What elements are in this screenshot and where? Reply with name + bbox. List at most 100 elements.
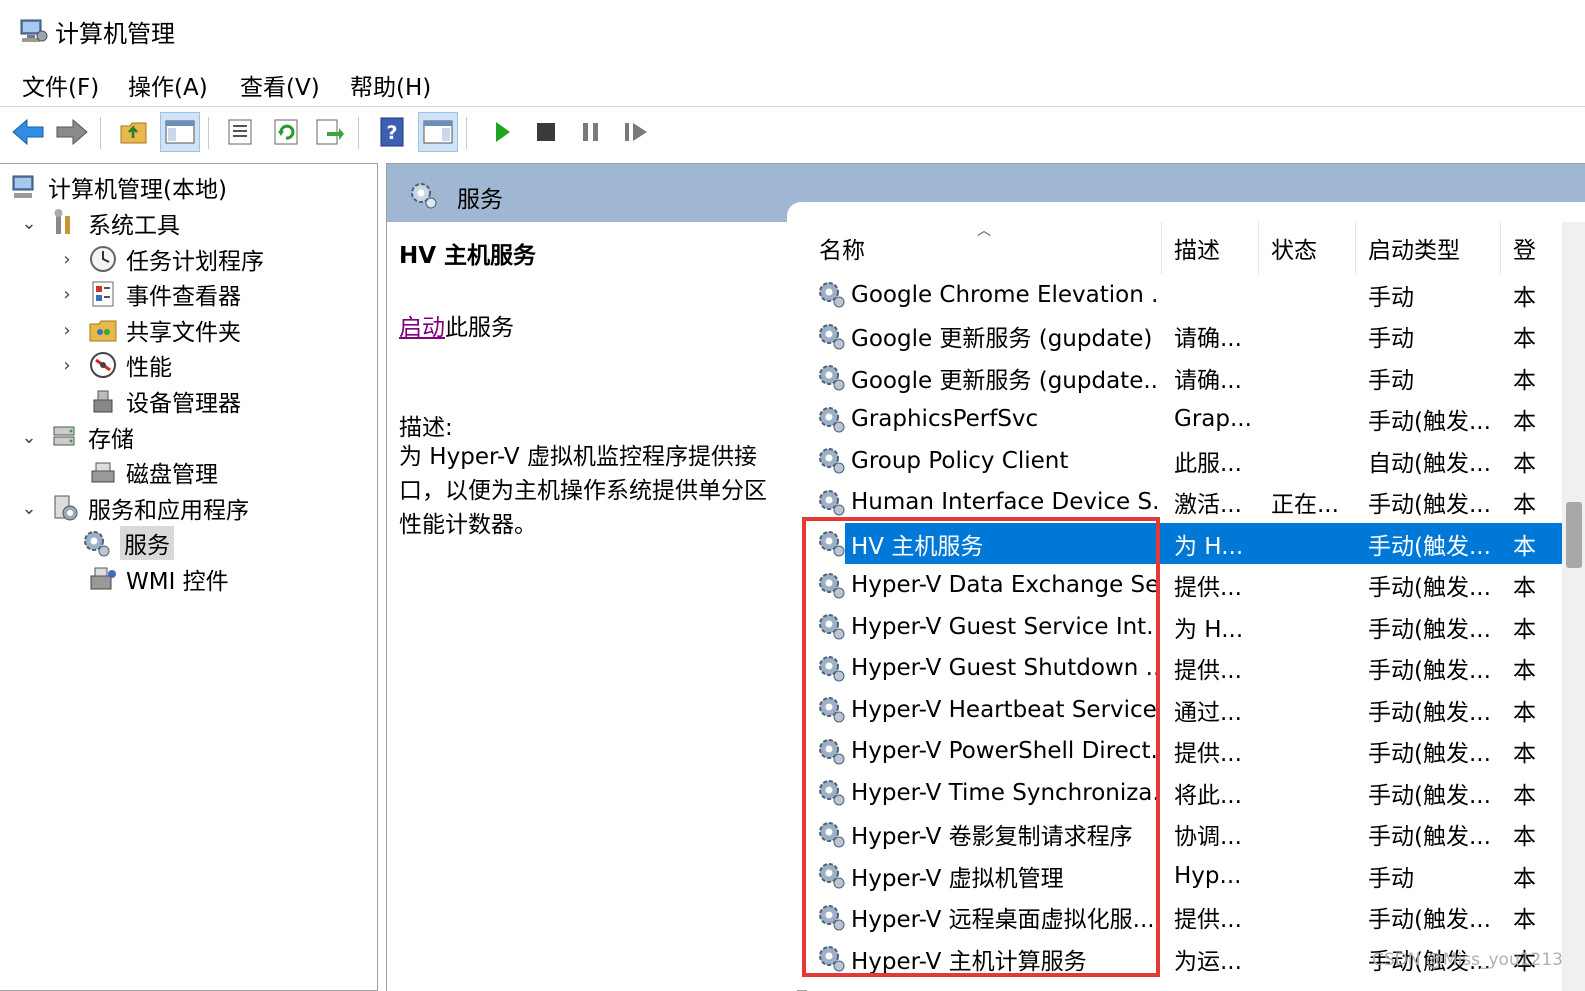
- cell-name: Hyper-V 远程桌面虚拟化服...: [851, 907, 1155, 933]
- cell-startup-type: 自动(触发...: [1368, 450, 1491, 477]
- menu-view[interactable]: 查看(V): [240, 68, 320, 102]
- tree-item-storage[interactable]: ⌄ 存储: [18, 419, 134, 455]
- vertical-scrollbar[interactable]: [1562, 222, 1585, 991]
- help-icon[interactable]: ?: [372, 112, 412, 152]
- column-header-status[interactable]: 状态: [1259, 222, 1356, 274]
- table-row[interactable]: Hyper-V Data Exchange Se... 提供... 手动(触发...…: [807, 565, 1562, 606]
- chevron-right-icon[interactable]: ›: [56, 320, 78, 341]
- table-row[interactable]: Google 更新服务 (gupdate) 请确... 手动 本: [807, 316, 1562, 357]
- show-hide-tree-icon[interactable]: [160, 112, 200, 152]
- export-icon[interactable]: [310, 112, 350, 152]
- service-gear-icon: [817, 362, 847, 392]
- cell-status: [1271, 606, 1356, 647]
- table-row[interactable]: Hyper-V 远程桌面虚拟化服... 提供... 手动(触发... 本: [807, 897, 1562, 938]
- cell-logon: 本: [1513, 450, 1536, 477]
- table-row[interactable]: Hyper-V Time Synchroniza... 将此... 手动(触发...…: [807, 772, 1562, 813]
- cell-logon: 本: [1513, 492, 1536, 518]
- table-row[interactable]: Hyper-V 虚拟机管理 Hyp... 手动 本: [807, 855, 1562, 896]
- chevron-right-icon[interactable]: ›: [56, 249, 78, 270]
- column-header-description[interactable]: 描述: [1162, 222, 1259, 274]
- column-header-logon[interactable]: 登: [1501, 222, 1562, 274]
- cell-status: [1271, 565, 1356, 606]
- shared-folder-icon: [89, 320, 117, 342]
- table-row[interactable]: Hyper-V PowerShell Direct... 提供... 手动(触发..…: [807, 731, 1562, 772]
- tree-item-shared-folders[interactable]: › 共享文件夹: [56, 312, 241, 348]
- cell-description: 协调...: [1174, 824, 1242, 850]
- cell-startup-type: 手动: [1368, 367, 1414, 394]
- menu-help[interactable]: 帮助(H): [350, 68, 431, 102]
- cell-status: [1271, 523, 1356, 564]
- column-header-startup-type[interactable]: 启动类型: [1356, 222, 1501, 274]
- tree-item-services[interactable]: 服务: [82, 525, 174, 561]
- cell-startup-type: 手动(触发...: [1368, 492, 1491, 518]
- services-list: ︿ 名称 描述 状态 启动类型 登 Google Chrome Elevatio…: [807, 222, 1562, 991]
- description-label: 描述:: [399, 415, 453, 441]
- table-row[interactable]: Hyper-V Guest Service Int... 为 H... 手动(触发.…: [807, 606, 1562, 647]
- cell-startup-type: 手动(触发...: [1368, 782, 1491, 809]
- table-row[interactable]: Hyper-V Heartbeat Service 通过... 手动(触发... 本: [807, 689, 1562, 730]
- results-pane: 服务 HV 主机服务 启动此服务 描述: 为 Hyper-V 虚拟机监控程序提供…: [386, 163, 1585, 991]
- chevron-down-icon[interactable]: ⌄: [18, 213, 40, 234]
- service-gear-icon: [817, 653, 847, 683]
- cell-name: Google 更新服务 (gupdate...: [851, 367, 1159, 394]
- cell-description: 通过...: [1174, 699, 1242, 726]
- table-row[interactable]: Hyper-V Guest Shutdown ... 提供... 手动(触发... 本: [807, 648, 1562, 689]
- menu-action[interactable]: 操作(A): [128, 68, 208, 102]
- up-folder-icon[interactable]: [114, 112, 154, 152]
- tools-icon: [54, 209, 70, 234]
- pause-service-icon[interactable]: [571, 112, 611, 152]
- tree-item-disk-management[interactable]: 磁盘管理: [88, 454, 218, 490]
- description-panel: HV 主机服务 启动此服务 描述: 为 Hyper-V 虚拟机监控程序提供接口，…: [387, 222, 797, 991]
- cell-name: Hyper-V PowerShell Direct...: [851, 738, 1159, 764]
- refresh-icon[interactable]: [266, 112, 306, 152]
- cell-description: 提供...: [1174, 658, 1242, 684]
- cell-logon: 本: [1513, 782, 1536, 809]
- tree-label: 任务计划程序: [126, 249, 264, 275]
- show-action-pane-icon[interactable]: [418, 112, 458, 152]
- cell-name: Hyper-V 主机计算服务: [851, 948, 1087, 975]
- back-icon[interactable]: [8, 112, 48, 152]
- chevron-down-icon[interactable]: ⌄: [18, 498, 40, 519]
- tree-item-root[interactable]: 计算机管理(本地): [10, 169, 227, 205]
- forward-icon[interactable]: [52, 112, 92, 152]
- scrollbar-thumb[interactable]: [1566, 502, 1582, 568]
- start-service-line: 启动此服务: [399, 308, 514, 342]
- cell-status: [1271, 689, 1356, 730]
- menu-file[interactable]: 文件(F): [22, 68, 99, 102]
- services-gear-icon: [84, 531, 110, 557]
- tree-item-device-manager[interactable]: 设备管理器: [88, 383, 241, 419]
- column-header-label: 状态: [1271, 238, 1317, 264]
- start-service-icon[interactable]: [482, 112, 522, 152]
- cell-description: 激活...: [1174, 492, 1242, 518]
- table-row[interactable]: Google Chrome Elevation ... 手动 本: [807, 274, 1562, 315]
- stop-service-icon[interactable]: [526, 112, 566, 152]
- tree-item-task-scheduler[interactable]: › 任务计划程序: [56, 241, 264, 277]
- table-row[interactable]: Group Policy Client 此服... 自动(触发... 本: [807, 440, 1562, 481]
- table-row[interactable]: Hyper-V 卷影复制请求程序 协调... 手动(触发... 本: [807, 814, 1562, 855]
- properties-icon[interactable]: [220, 112, 260, 152]
- chevron-down-icon[interactable]: ⌄: [18, 427, 40, 448]
- cell-logon: 本: [1513, 367, 1536, 394]
- table-row[interactable]: Human Interface Device S... 激活... 正在... 手动(…: [807, 482, 1562, 523]
- tree-item-system-tools[interactable]: ⌄ 系统工具: [18, 205, 180, 241]
- chevron-right-icon[interactable]: ›: [56, 355, 78, 376]
- column-header-name[interactable]: ︿ 名称: [807, 222, 1162, 274]
- service-gear-icon: [817, 570, 847, 600]
- cell-description: [1174, 274, 1259, 315]
- table-row[interactable]: HV 主机服务 为 H... 手动(触发... 本: [807, 523, 1562, 564]
- resume-service-icon[interactable]: [617, 112, 657, 152]
- start-service-link[interactable]: 启动: [399, 315, 445, 341]
- table-row[interactable]: Google 更新服务 (gupdate... 请确... 手动 本: [807, 357, 1562, 398]
- tree-item-services-apps[interactable]: ⌄ 服务和应用程序: [18, 490, 249, 526]
- console-tree: 计算机管理(本地) ⌄ 系统工具 › 任务计划程序 › 事件查看器 › 共享文件…: [0, 163, 378, 991]
- tree-item-event-viewer[interactable]: › 事件查看器: [56, 276, 241, 312]
- cell-status: [1271, 814, 1356, 855]
- watermark: CSDN @Miss_you1213: [1372, 950, 1563, 970]
- service-gear-icon: [817, 777, 847, 807]
- tree-item-wmi[interactable]: WMI 控件: [88, 561, 229, 597]
- chevron-right-icon[interactable]: ›: [56, 284, 78, 305]
- table-row[interactable]: GraphicsPerfSvc Grap... 手动(触发... 本: [807, 399, 1562, 440]
- cell-description: Hyp...: [1174, 862, 1242, 889]
- tree-item-performance[interactable]: › 性能: [56, 347, 172, 383]
- start-service-suffix: 此服务: [445, 315, 514, 341]
